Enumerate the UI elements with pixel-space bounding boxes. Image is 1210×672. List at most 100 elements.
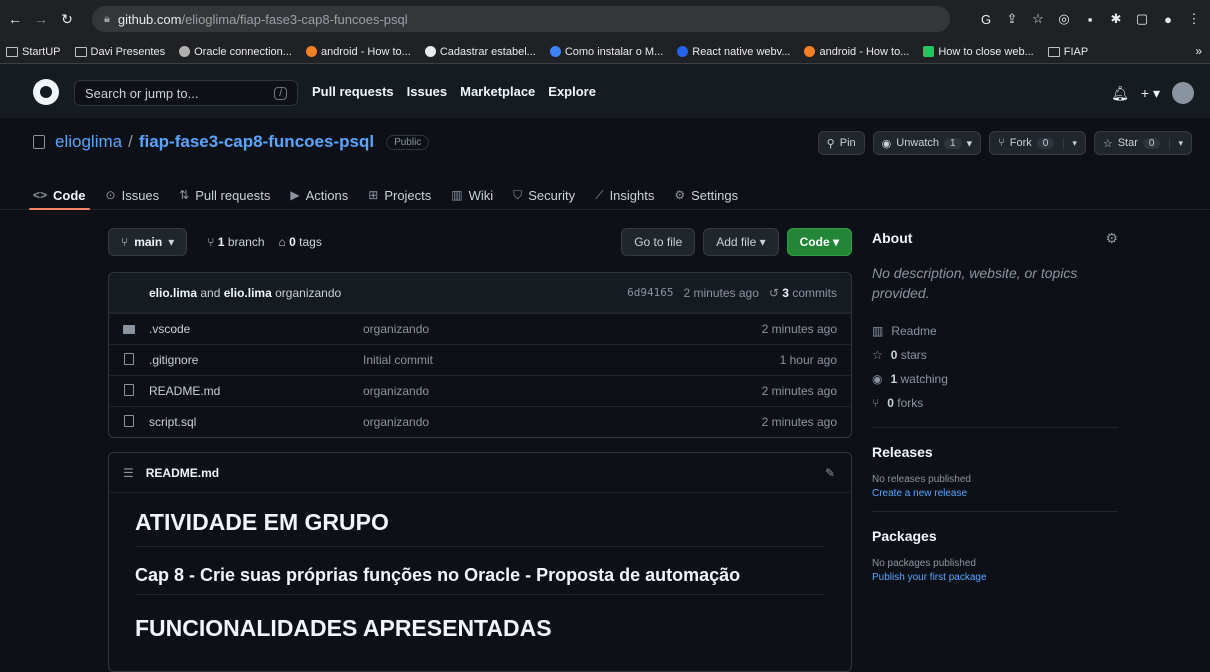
tab-issues[interactable]: ⊙ Issues	[106, 181, 160, 209]
bookmark-star-icon[interactable]: ☆	[1030, 11, 1046, 27]
chevron-down-icon[interactable]: ▾	[1063, 137, 1077, 149]
bookmark-item[interactable]: StartUP	[6, 46, 61, 58]
bookmarks-more[interactable]: »	[1195, 44, 1202, 58]
stackoverflow-icon	[305, 46, 317, 57]
code-button[interactable]: Code ▾	[786, 228, 852, 256]
branches-link[interactable]: ⑂ 1 branch	[207, 235, 264, 249]
menu-icon[interactable]: ⋮	[1186, 11, 1202, 27]
tab-wiki[interactable]: ▥ Wiki	[451, 181, 493, 209]
file-row[interactable]: script.sql organizando 2 minutes ago	[109, 406, 851, 437]
star-button[interactable]: ☆ Star 0 ▾	[1093, 131, 1192, 155]
commit-author[interactable]: elio.lima	[149, 286, 197, 300]
reload-icon[interactable]: ↻	[56, 11, 78, 28]
branch-select[interactable]: ⑂ main ▾	[108, 228, 188, 256]
latest-commit: elio.lima and elio.lima organizando 6d94…	[109, 273, 851, 313]
file-row[interactable]: README.md organizando 2 minutes ago	[109, 375, 851, 406]
fork-button[interactable]: ⑂ Fork 0 ▾	[989, 131, 1086, 155]
bookmark-item[interactable]: android - How to...	[804, 46, 909, 58]
user-avatar[interactable]	[1172, 82, 1194, 104]
puzzle-icon[interactable]: ✱	[1108, 11, 1124, 27]
file-commit-message[interactable]: organizando	[363, 384, 429, 398]
list-icon[interactable]: ☰	[123, 466, 134, 480]
file-name[interactable]: .vscode	[149, 322, 363, 336]
tab-code[interactable]: <> Code	[29, 181, 89, 210]
file-commit-message[interactable]: organizando	[363, 415, 429, 429]
nav-explore[interactable]: Explore	[548, 84, 596, 99]
pull-request-icon: ⇅	[179, 188, 190, 202]
tab-projects[interactable]: ⊞ Projects	[368, 181, 431, 209]
tab-pull-requests[interactable]: ⇅ Pull requests	[179, 181, 270, 209]
readme-link[interactable]: ▥ Readme	[872, 319, 1118, 343]
nav-marketplace[interactable]: Marketplace	[460, 84, 535, 99]
file-commit-message[interactable]: organizando	[363, 322, 429, 336]
forward-icon[interactable]: →	[30, 11, 52, 27]
favicon-icon	[677, 46, 689, 57]
watch-count: 1	[944, 137, 962, 149]
tab-settings[interactable]: ⚙ Settings	[674, 181, 738, 209]
file-name[interactable]: README.md	[149, 384, 363, 398]
lock-icon: 🔒︎	[104, 12, 110, 25]
bookmark-item[interactable]: Oracle connection...	[179, 46, 292, 58]
go-to-file-button[interactable]: Go to file	[621, 228, 696, 256]
releases-heading[interactable]: Releases	[872, 444, 1118, 460]
commits-link[interactable]: ↺ 3 commits	[769, 286, 837, 300]
favicon-icon	[923, 46, 935, 57]
github-logo-icon[interactable]	[33, 79, 59, 105]
tab-insights[interactable]: ⟋ Insights	[595, 181, 654, 209]
forks-link[interactable]: ⑂ 0 forks	[872, 391, 1118, 415]
bookmark-item[interactable]: android - How to...	[305, 46, 411, 58]
sidepanel-icon[interactable]: ▢	[1134, 11, 1150, 27]
create-release-link[interactable]: Create a new release	[872, 488, 1118, 499]
packages-empty: No packages published	[872, 558, 976, 569]
tab-actions[interactable]: ▶ Actions	[290, 181, 348, 209]
search-input[interactable]: Search or jump to... /	[74, 80, 298, 106]
file-name[interactable]: script.sql	[149, 415, 363, 429]
commit-message[interactable]: organizando	[275, 286, 341, 300]
tags-link[interactable]: ⌂ 0 tags	[279, 235, 322, 249]
repo-name-link[interactable]: fiap-fase3-cap8-funcoes-psql	[139, 132, 374, 152]
extension-icon[interactable]: ◎	[1056, 11, 1072, 27]
tag-icon: ⌂	[278, 235, 290, 249]
notification-bell-icon[interactable]: 🔔︎	[1111, 85, 1129, 102]
create-new-menu[interactable]: + ▾	[1141, 85, 1160, 102]
bookmark-item[interactable]: React native webv...	[677, 46, 790, 58]
book-icon: ▥	[872, 324, 884, 338]
pin-button[interactable]: ⚲ Pin	[817, 131, 865, 155]
file-row[interactable]: .gitignore Initial commit 1 hour ago	[109, 344, 851, 375]
nav-issues[interactable]: Issues	[407, 84, 447, 99]
file-row[interactable]: .vscode organizando 2 minutes ago	[109, 313, 851, 344]
fork-icon: ⑂	[998, 137, 1005, 149]
repo-owner-link[interactable]: elioglima	[55, 132, 122, 152]
bookmark-item[interactable]: Davi Presentes	[74, 46, 165, 58]
commit-sha[interactable]: 6d94165	[627, 286, 673, 299]
chevron-down-icon[interactable]: ▾	[1169, 137, 1183, 149]
book-icon: ▥	[451, 188, 463, 202]
commit-coauthor[interactable]: elio.lima	[224, 286, 272, 300]
bookmark-item[interactable]: Cadastrar estabel...	[424, 46, 536, 58]
share-icon[interactable]: ⇪	[1004, 11, 1020, 27]
play-icon: ▶	[290, 188, 300, 202]
pencil-icon[interactable]: ✎	[825, 466, 835, 480]
watching-link[interactable]: ◉ 1 watching	[872, 367, 1118, 391]
file-commit-message[interactable]: Initial commit	[363, 353, 433, 367]
packages-heading[interactable]: Packages	[872, 528, 1118, 544]
file-name[interactable]: .gitignore	[149, 353, 363, 367]
gear-icon[interactable]: ⚙	[1105, 230, 1118, 247]
stars-link[interactable]: ☆ 0 stars	[872, 343, 1118, 367]
publish-package-link[interactable]: Publish your first package	[872, 572, 1118, 583]
google-icon[interactable]: G	[978, 12, 994, 27]
back-icon[interactable]: ←	[4, 11, 26, 27]
bookmark-item[interactable]: FIAP	[1047, 46, 1088, 58]
extension-icon[interactable]: ▪	[1082, 12, 1098, 27]
profile-avatar-icon[interactable]: ●	[1160, 12, 1176, 27]
bookmark-item[interactable]: Como instalar o M...	[549, 46, 663, 58]
nav-pull-requests[interactable]: Pull requests	[312, 84, 394, 99]
history-icon: ↺	[768, 285, 783, 300]
bookmark-item[interactable]: How to close web...	[923, 46, 1034, 58]
header-right: 🔔︎ + ▾	[1111, 82, 1194, 104]
add-file-button[interactable]: Add file ▾	[703, 228, 779, 256]
tab-security[interactable]: ⛉ Security	[513, 181, 575, 209]
repo-tabs: <> Code ⊙ Issues ⇅ Pull requests ▶ Actions ⊞…	[29, 181, 738, 210]
address-bar[interactable]: 🔒︎ github.com/elioglima/fiap-fase3-cap8-…	[92, 6, 950, 32]
unwatch-button[interactable]: ◉ Unwatch 1 ▾	[872, 131, 982, 155]
